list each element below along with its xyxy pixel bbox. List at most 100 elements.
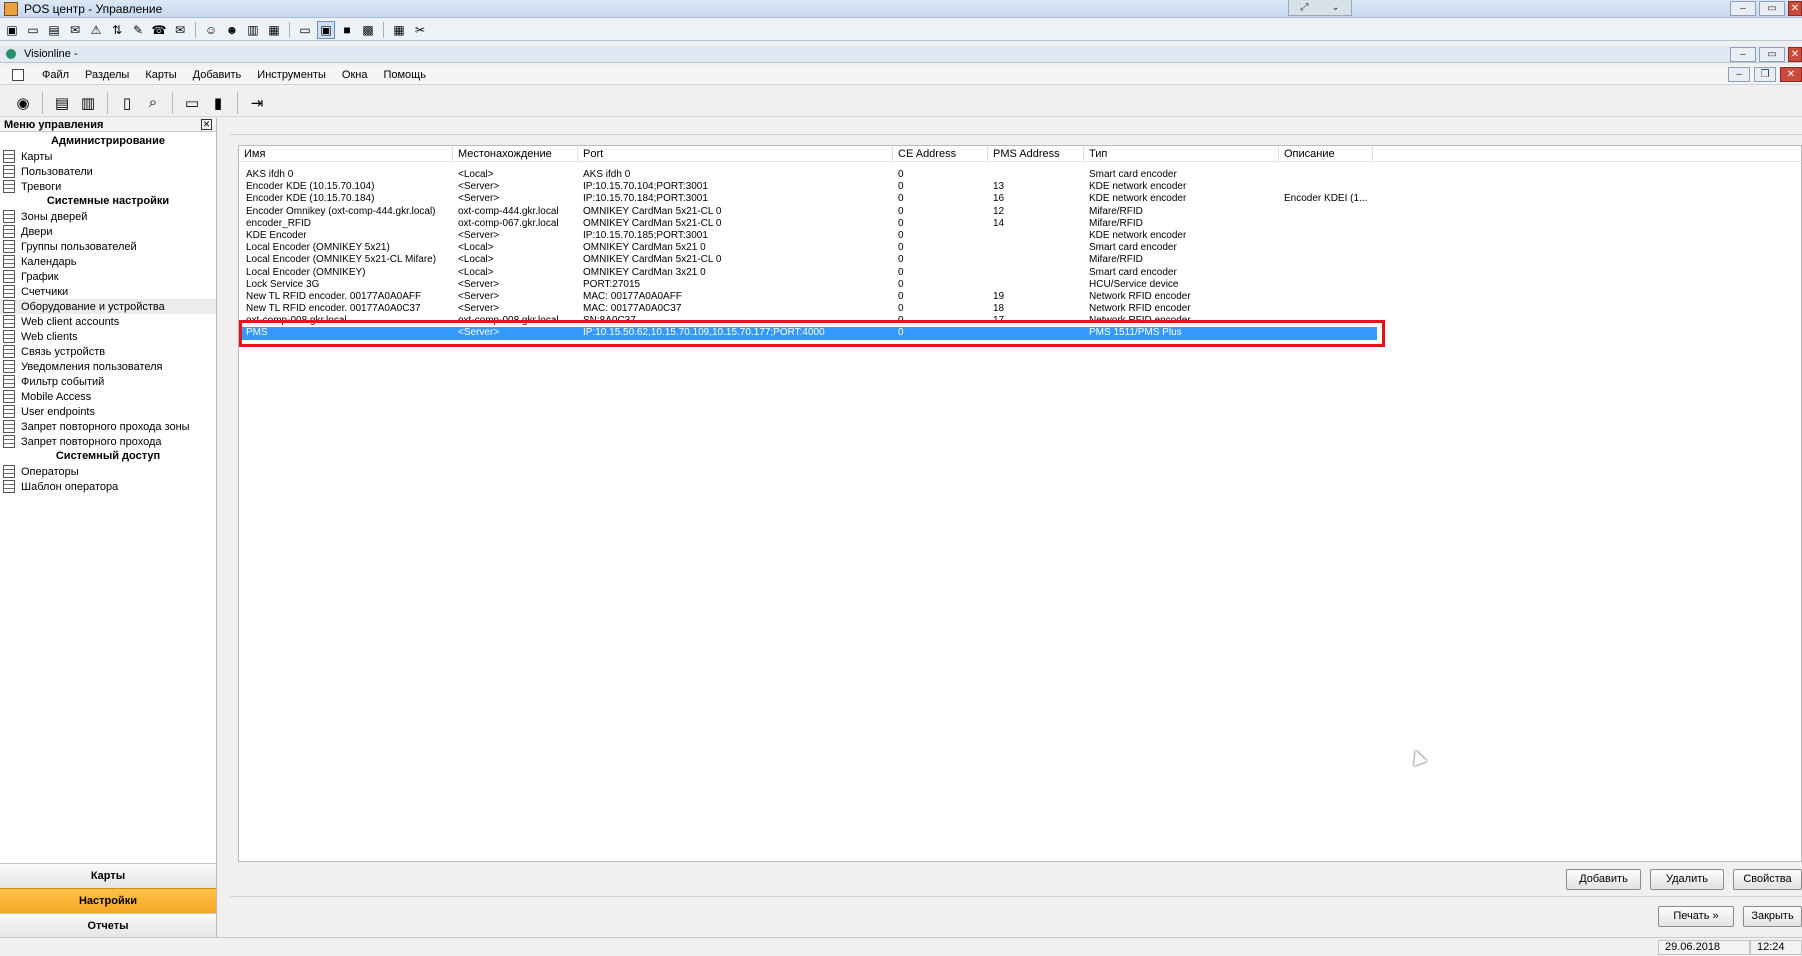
key-icon[interactable]: ▦ xyxy=(265,21,283,39)
search-card-icon[interactable]: ⌕ xyxy=(142,92,164,114)
nav-item[interactable]: Web client accounts xyxy=(0,314,216,329)
menu-sections[interactable]: Разделы xyxy=(77,69,137,81)
inner-close-button[interactable]: ✕ xyxy=(1788,47,1802,62)
nav-item[interactable]: Связь устройств xyxy=(0,344,216,359)
table-row[interactable]: Local Encoder (OMNIKEY 5x21) <Local> OMNIK… xyxy=(239,242,1802,254)
table-row[interactable]: Encoder KDE (10.15.70.104) <Server> IP:10.… xyxy=(239,181,1802,193)
column-header-pms-address[interactable]: PMS Address xyxy=(988,146,1084,162)
menu-add[interactable]: Добавить xyxy=(185,69,250,81)
inner-minimize-button[interactable]: – xyxy=(1730,47,1756,62)
table-row[interactable]: PMS <Server> IP:10.15.50.62,10.15.70.109,1… xyxy=(239,327,1377,340)
sync-icon[interactable]: ⇅ xyxy=(108,21,126,39)
monitor-icon[interactable]: ▭ xyxy=(24,21,42,39)
fullscreen-icon[interactable]: ⤢ xyxy=(1300,2,1308,13)
inner-maximize-button[interactable]: ▭ xyxy=(1759,47,1785,62)
mdi-close-button[interactable]: ✕ xyxy=(1780,67,1802,82)
panel-icon[interactable]: ■ xyxy=(338,21,356,39)
remote-control-tab[interactable]: ⤢ ⌄ xyxy=(1288,0,1352,16)
table-row[interactable]: KDE Encoder <Server> IP:10.15.70.185;PORT:… xyxy=(239,230,1802,242)
nav-item[interactable]: Запрет повторного прохода xyxy=(0,434,216,449)
nav-item[interactable]: Уведомления пользователя xyxy=(0,359,216,374)
new-card-icon[interactable]: ▭ xyxy=(181,92,203,114)
print-button[interactable]: Печать » xyxy=(1658,906,1734,927)
menu-windows[interactable]: Окна xyxy=(334,69,376,81)
nav-item[interactable]: Шаблон оператора xyxy=(0,479,216,494)
menu-file[interactable]: Файл xyxy=(34,69,77,81)
table-row[interactable]: encoder_RFID oxt-comp-067.gkr.local OMNIKE… xyxy=(239,218,1802,230)
close-window-button[interactable]: ✕ xyxy=(1788,1,1802,16)
app-title: POS центр - Управление xyxy=(24,1,163,16)
building-icon[interactable]: ▥ xyxy=(77,92,99,114)
grid-icon xyxy=(3,150,15,163)
nav-item[interactable]: График xyxy=(0,269,216,284)
minimize-button[interactable]: – xyxy=(1730,1,1756,16)
nav-item[interactable]: Пользователи xyxy=(0,164,216,179)
menu-cards[interactable]: Карты xyxy=(137,69,184,81)
table-row[interactable]: AKS ifdh 0 <Local> AKS ifdh 0 0 Smart card e… xyxy=(239,169,1802,181)
add-button[interactable]: Добавить xyxy=(1566,869,1641,890)
tools-icon[interactable]: ✂ xyxy=(411,21,429,39)
nav-item[interactable]: User endpoints xyxy=(0,404,216,419)
properties-button[interactable]: Свойства xyxy=(1733,869,1802,890)
window-icon[interactable]: ▭ xyxy=(296,21,314,39)
nav-item[interactable]: Зоны дверей xyxy=(0,209,216,224)
lock-icon[interactable]: ▥ xyxy=(244,21,262,39)
maximize-button[interactable]: ▭ xyxy=(1759,1,1785,16)
nav-item[interactable]: Двери xyxy=(0,224,216,239)
nav-item[interactable]: Фильтр событий xyxy=(0,374,216,389)
report-icon[interactable]: ▤ xyxy=(51,92,73,114)
settings-panel-icon[interactable]: ▩ xyxy=(359,21,377,39)
phone-icon[interactable]: ☎ xyxy=(150,21,168,39)
table-row[interactable]: oxt-comp-008.gkr.local oxt-comp-008.gkr.l… xyxy=(239,315,1802,327)
nav-item[interactable]: Mobile Access xyxy=(0,389,216,404)
menu-help[interactable]: Помощь xyxy=(375,69,434,81)
close-icon[interactable]: ✕ xyxy=(201,119,212,130)
nav-item[interactable]: Карты xyxy=(0,149,216,164)
mail-icon[interactable]: ✉ xyxy=(66,21,84,39)
calculator-icon[interactable]: ▦ xyxy=(390,21,408,39)
table-row[interactable]: Local Encoder (OMNIKEY) <Local> OMNIKEY Ca… xyxy=(239,267,1802,279)
column-header-location[interactable]: Местонахождение xyxy=(453,146,578,162)
nav-item[interactable]: Календарь xyxy=(0,254,216,269)
close-button[interactable]: Закрыть xyxy=(1743,906,1802,927)
nav-item[interactable]: Операторы xyxy=(0,464,216,479)
table-row[interactable]: Encoder Omnikey (oxt-comp-444.gkr.local)… xyxy=(239,206,1802,218)
delete-button[interactable]: Удалить xyxy=(1650,869,1724,890)
warning-icon[interactable]: ⚠ xyxy=(87,21,105,39)
chevron-down-icon[interactable]: ⌄ xyxy=(1331,2,1339,13)
users-icon[interactable]: ☻ xyxy=(223,21,241,39)
nav-item[interactable]: Web clients xyxy=(0,329,216,344)
pos-icon[interactable]: ▣ xyxy=(3,21,21,39)
nav-item[interactable]: Счетчики xyxy=(0,284,216,299)
nav-tab-cards[interactable]: Карты xyxy=(0,863,216,888)
menu-tools[interactable]: Инструменты xyxy=(249,69,334,81)
mdi-restore-button[interactable]: ❐ xyxy=(1754,67,1776,82)
nav-item[interactable]: Запрет повторного прохода зоны xyxy=(0,419,216,434)
nav-tab-settings[interactable]: Настройки xyxy=(0,888,216,913)
column-header-type[interactable]: Тип xyxy=(1084,146,1279,162)
nav-item[interactable]: Тревоги xyxy=(0,179,216,194)
mdi-minimize-button[interactable]: – xyxy=(1728,67,1750,82)
nav-item[interactable]: Оборудование и устройства xyxy=(0,299,216,314)
column-header-description[interactable]: Описание xyxy=(1279,146,1373,162)
terminal-icon[interactable]: ▤ xyxy=(45,21,63,39)
edit-card-icon[interactable]: ▮ xyxy=(207,92,229,114)
column-header-ce-address[interactable]: CE Address xyxy=(893,146,988,162)
table-row[interactable]: New TL RFID encoder. 00177A0A0C37 <Server… xyxy=(239,303,1802,315)
document-icon[interactable] xyxy=(12,69,24,81)
find-card-icon[interactable]: ▯ xyxy=(116,92,138,114)
visionline-icon[interactable]: ▣ xyxy=(317,20,335,39)
exit-icon[interactable]: ⇥ xyxy=(246,92,268,114)
globe-icon[interactable]: ◉ xyxy=(12,92,34,114)
table-row[interactable]: Local Encoder (OMNIKEY 5x21-CL Mifare) <L… xyxy=(239,254,1802,266)
chat-icon[interactable]: ✎ xyxy=(129,21,147,39)
user-icon[interactable]: ☺ xyxy=(202,21,220,39)
table-row[interactable]: Lock Service 3G <Server> PORT:27015 0 HCU/Se… xyxy=(239,279,1802,291)
nav-tab-reports[interactable]: Отчеты xyxy=(0,913,216,938)
nav-item[interactable]: Группы пользователей xyxy=(0,239,216,254)
table-row[interactable]: Encoder KDE (10.15.70.184) <Server> IP:10.… xyxy=(239,193,1802,205)
table-row[interactable]: New TL RFID encoder. 00177A0A0AFF <Server… xyxy=(239,291,1802,303)
column-header-port[interactable]: Port xyxy=(578,146,893,162)
column-header-name[interactable]: Имя xyxy=(239,146,453,162)
message-icon[interactable]: ✉ xyxy=(171,21,189,39)
